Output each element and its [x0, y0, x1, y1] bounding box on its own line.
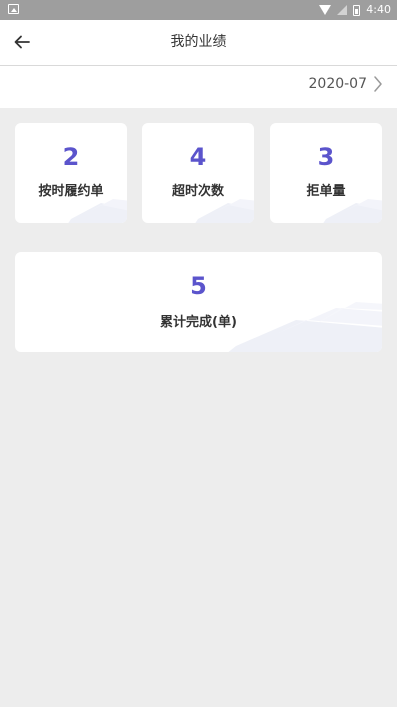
month-row: 2020-07: [0, 66, 397, 108]
stat-card-rejected[interactable]: 3 拒单量: [270, 123, 382, 223]
rejected-count: 3: [317, 143, 335, 171]
status-time: 4:40: [366, 3, 391, 16]
signal-icon: [337, 5, 348, 15]
total-completed-count: 5: [190, 272, 207, 300]
summary-card[interactable]: 5 累计完成(单): [15, 252, 382, 352]
month-value: 2020-07: [308, 76, 368, 92]
image-notification-icon: [8, 4, 19, 14]
rejected-label: 拒单量: [306, 184, 346, 199]
chevron-right-icon: [374, 76, 382, 92]
overtime-label: 超时次数: [171, 184, 224, 199]
overtime-count: 4: [189, 143, 207, 171]
page-title: 我的业绩: [170, 34, 227, 50]
month-selector[interactable]: 2020-07: [309, 75, 384, 93]
app-header: 我的业绩: [0, 20, 397, 66]
wifi-icon: [319, 5, 332, 15]
battery-icon: [353, 4, 361, 16]
stat-card-overtime[interactable]: 4 超时次数: [142, 123, 254, 223]
status-icons: 4:40: [319, 3, 391, 17]
stat-card-ontime[interactable]: 2 按时履约单: [15, 123, 127, 223]
total-completed-label: 累计完成(单): [160, 315, 237, 330]
ontime-count: 2: [62, 143, 80, 171]
status-bar: 4:40: [0, 0, 397, 20]
ontime-label: 按时履约单: [38, 184, 104, 199]
